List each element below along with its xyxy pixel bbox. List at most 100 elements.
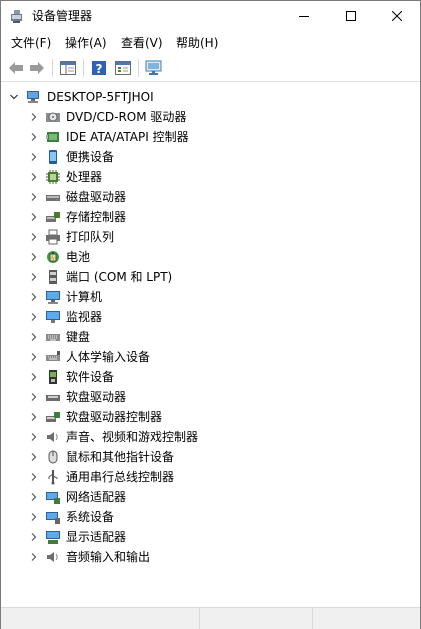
tree-item[interactable]: 系统设备 — [1, 507, 420, 527]
expand-chevron-icon[interactable] — [29, 492, 39, 502]
tree-item[interactable]: 电池 — [1, 247, 420, 267]
expand-chevron-icon[interactable] — [29, 152, 39, 162]
tree-item[interactable]: IDE ATA/ATAPI 控制器 — [1, 127, 420, 147]
menu-view[interactable]: 查看(V) — [121, 35, 163, 51]
properties-button[interactable] — [114, 59, 132, 77]
status-cell — [200, 608, 313, 629]
scan-hardware-button[interactable] — [145, 59, 163, 77]
tree-item-label: 软盘驱动器 — [66, 390, 127, 404]
show-hide-console-tree-button[interactable] — [59, 59, 77, 77]
title-bar[interactable]: 设备管理器 — [1, 1, 420, 31]
tree-item[interactable]: 声音、视频和游戏控制器 — [1, 427, 420, 447]
close-button[interactable] — [374, 1, 420, 31]
tree-item[interactable]: 存储控制器 — [1, 207, 420, 227]
tree-item[interactable]: 网络适配器 — [1, 487, 420, 507]
expand-chevron-icon[interactable] — [29, 112, 39, 122]
device-manager-app-icon — [9, 8, 25, 24]
expand-chevron-icon[interactable] — [29, 512, 39, 522]
tree-item[interactable]: 显示适配器 — [1, 527, 420, 547]
expand-chevron-icon[interactable] — [29, 332, 39, 342]
tree-item-label: 处理器 — [66, 170, 103, 184]
expand-chevron-icon[interactable] — [29, 132, 39, 142]
back-arrow-icon — [9, 62, 23, 74]
expand-chevron-icon[interactable] — [29, 272, 39, 282]
expand-chevron-icon[interactable] — [29, 372, 39, 382]
tree-item[interactable]: 鼠标和其他指针设备 — [1, 447, 420, 467]
disk-drive-icon — [45, 189, 61, 205]
help-icon: ? — [92, 61, 106, 76]
expand-chevron-icon[interactable] — [29, 552, 39, 562]
floppy-controller-icon — [45, 409, 61, 425]
tree-item[interactable]: 监视器 — [1, 307, 420, 327]
help-button[interactable]: ? — [90, 59, 108, 77]
scan-hardware-icon — [145, 60, 162, 75]
tree-item[interactable]: 处理器 — [1, 167, 420, 187]
tree-item[interactable]: 音频输入和输出 — [1, 547, 420, 567]
tree-item-label: 通用串行总线控制器 — [66, 470, 175, 484]
tree-item[interactable]: 打印队列 — [1, 227, 420, 247]
audio-io-icon — [45, 549, 61, 565]
tree-item[interactable]: 磁盘驱动器 — [1, 187, 420, 207]
menu-file[interactable]: 文件(F) — [11, 35, 51, 51]
maximize-icon — [346, 11, 356, 21]
dvd-drive-icon — [45, 109, 61, 125]
expand-chevron-icon[interactable] — [29, 532, 39, 542]
menu-action[interactable]: 操作(A) — [65, 35, 107, 51]
tree-item-label: 磁盘驱动器 — [66, 190, 127, 204]
software-device-icon — [45, 369, 61, 385]
expand-chevron-icon[interactable] — [29, 252, 39, 262]
tree-item[interactable]: 通用串行总线控制器 — [1, 467, 420, 487]
tree-item-label: DVD/CD-ROM 驱动器 — [66, 110, 187, 124]
expand-chevron-icon[interactable] — [29, 392, 39, 402]
tree-item-label: 便携设备 — [66, 150, 115, 164]
tree-item-label: 电池 — [66, 250, 91, 264]
tree-item-label: 键盘 — [66, 330, 91, 344]
maximize-button[interactable] — [328, 1, 374, 31]
forward-button[interactable] — [28, 59, 46, 77]
collapse-chevron-icon[interactable] — [9, 92, 19, 102]
tree-root[interactable]: DESKTOP-5FTJHOI — [1, 87, 420, 107]
tree-item[interactable]: DVD/CD-ROM 驱动器 — [1, 107, 420, 127]
tree-item-label: 软件设备 — [66, 370, 115, 384]
hid-icon — [45, 349, 61, 365]
expand-chevron-icon[interactable] — [29, 472, 39, 482]
tree-item[interactable]: 软件设备 — [1, 367, 420, 387]
minimize-button[interactable] — [281, 1, 327, 31]
console-tree-icon — [60, 61, 76, 75]
tree-item[interactable]: 便携设备 — [1, 147, 420, 167]
tree-item-label: 监视器 — [66, 310, 103, 324]
storage-controller-icon — [45, 209, 61, 225]
printer-icon — [45, 229, 61, 245]
status-cell — [1, 608, 200, 629]
expand-chevron-icon[interactable] — [29, 212, 39, 222]
tree-item-label: 网络适配器 — [66, 490, 127, 504]
battery-icon — [45, 249, 61, 265]
menu-bar: 文件(F) 操作(A) 查看(V) 帮助(H) — [1, 33, 420, 53]
processor-icon — [45, 169, 61, 185]
expand-chevron-icon[interactable] — [29, 432, 39, 442]
toolbar: ? — [1, 55, 420, 82]
tree-item-label: 声音、视频和游戏控制器 — [66, 430, 199, 444]
tree-item[interactable]: 人体学输入设备 — [1, 347, 420, 367]
tree-item[interactable]: 计算机 — [1, 287, 420, 307]
tree-item-label: 系统设备 — [66, 510, 115, 524]
tree-item[interactable]: 端口 (COM 和 LPT) — [1, 267, 420, 287]
tree-item[interactable]: 键盘 — [1, 327, 420, 347]
tree-item-label: 端口 (COM 和 LPT) — [66, 270, 173, 284]
device-tree[interactable]: DESKTOP-5FTJHOI DVD/CD-ROM 驱动器 IDE ATA/AT… — [1, 85, 420, 607]
expand-chevron-icon[interactable] — [29, 232, 39, 242]
svg-text:?: ? — [96, 62, 103, 76]
tree-item[interactable]: 软盘驱动器 — [1, 387, 420, 407]
expand-chevron-icon[interactable] — [29, 292, 39, 302]
expand-chevron-icon[interactable] — [29, 452, 39, 462]
menu-help[interactable]: 帮助(H) — [176, 35, 218, 51]
expand-chevron-icon[interactable] — [29, 192, 39, 202]
back-button[interactable] — [7, 59, 25, 77]
expand-chevron-icon[interactable] — [29, 412, 39, 422]
forward-arrow-icon — [30, 62, 44, 74]
expand-chevron-icon[interactable] — [29, 172, 39, 182]
tree-item[interactable]: 软盘驱动器控制器 — [1, 407, 420, 427]
expand-chevron-icon[interactable] — [29, 352, 39, 362]
ide-controller-icon — [45, 129, 61, 145]
expand-chevron-icon[interactable] — [29, 312, 39, 322]
